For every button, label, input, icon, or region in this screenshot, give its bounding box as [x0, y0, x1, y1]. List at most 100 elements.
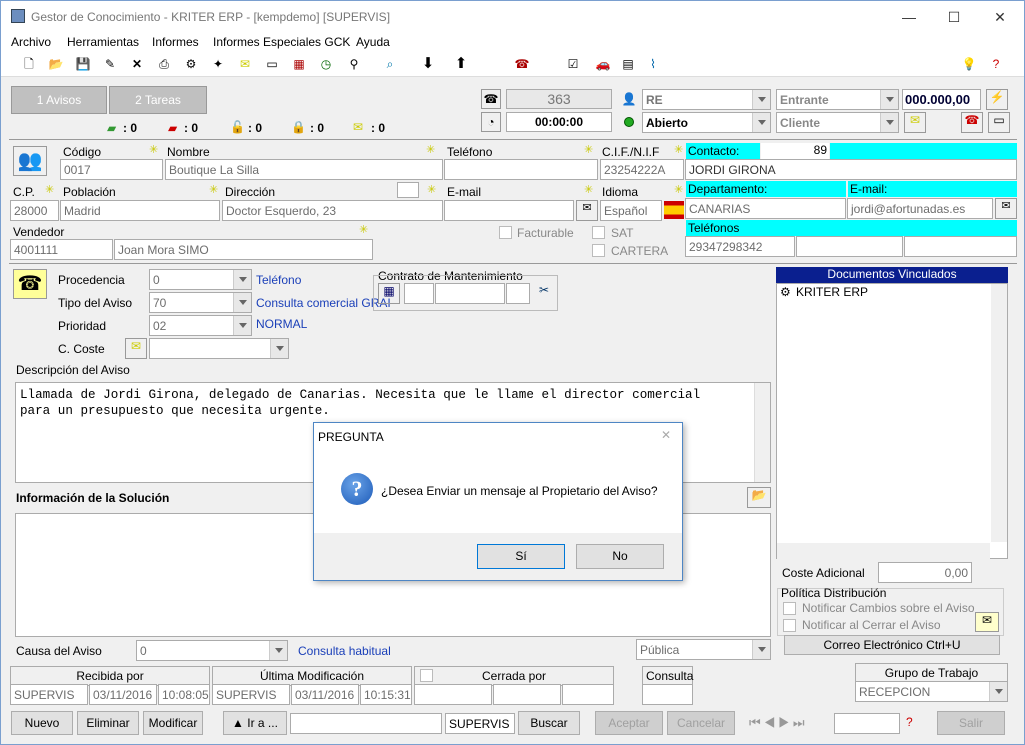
modificar-button[interactable]: Modificar [143, 711, 203, 735]
sat-checkbox[interactable] [592, 226, 605, 239]
binoculars-icon[interactable]: ⚲ [346, 56, 362, 72]
menu-archivo[interactable]: Archivo [11, 35, 51, 49]
contrato-calendar-icon[interactable]: ▦ [378, 283, 400, 304]
delete-icon[interactable]: ✕ [129, 56, 145, 72]
solucion-folder-icon[interactable]: 📂 [747, 487, 771, 508]
nombre-field[interactable]: Boutique La Silla [165, 159, 443, 180]
yes-button[interactable]: Sí [477, 544, 565, 569]
wrench-icon[interactable]: ✦ [210, 56, 226, 72]
direccion-extra-field[interactable] [397, 182, 419, 198]
direccion-field[interactable]: Doctor Esquerdo, 23 [222, 200, 443, 221]
contrato-field-3[interactable] [506, 283, 530, 304]
navigation-icon[interactable]: ⏮◀▶⏭ [749, 715, 808, 731]
cartera-checkbox[interactable] [592, 244, 605, 257]
person-icon[interactable]: 👤 [619, 89, 639, 109]
type-select[interactable]: Cliente [776, 112, 899, 133]
window-button-icon[interactable]: ▭ [988, 112, 1010, 133]
buscar-button[interactable]: Buscar [518, 711, 580, 735]
phone-settings-icon[interactable]: ☎ [961, 112, 983, 133]
edit-icon[interactable]: ✎ [102, 56, 118, 72]
save-icon[interactable]: 💾 [75, 56, 91, 72]
notificar-cerrar-checkbox[interactable] [783, 619, 796, 632]
contact-phone3-field[interactable] [904, 236, 1017, 257]
tools-icon[interactable]: ⚙ [183, 56, 199, 72]
lightning-icon[interactable]: ⚡ [986, 89, 1008, 110]
causa-select[interactable]: 0 [136, 640, 288, 661]
new-document-icon[interactable]: 🗋 [21, 56, 37, 72]
help-bottom-icon[interactable]: ? [906, 715, 913, 729]
mail-icon[interactable]: ✉ [975, 612, 999, 632]
clock-icon[interactable]: ◷ [318, 56, 334, 72]
descripcion-scrollbar[interactable] [754, 383, 770, 482]
idioma-field[interactable]: Español [600, 200, 662, 221]
procedencia-select[interactable]: 0 [149, 269, 252, 290]
user-doc-icon[interactable]: ▤ [620, 56, 636, 72]
grupo-select[interactable]: RECEPCION [855, 681, 1008, 702]
prioridad-select[interactable]: 02 [149, 315, 252, 336]
help-icon[interactable]: ? [988, 56, 1004, 72]
departamento-field[interactable]: CANARIAS [685, 198, 846, 219]
calendar-icon[interactable]: ▦ [291, 56, 307, 72]
vendedor-code-field[interactable]: 4001111 [10, 239, 113, 260]
nav-field[interactable] [834, 713, 900, 734]
facturable-checkbox[interactable] [499, 226, 512, 239]
menu-ayuda[interactable]: Ayuda [356, 35, 390, 49]
visibility-select[interactable]: Pública [636, 639, 771, 660]
tipo-select[interactable]: 70 [149, 292, 252, 313]
ir-a-button[interactable]: ▲ Ir a ... [223, 711, 287, 735]
vendedor-name-field[interactable]: Joan Mora SIMO [114, 239, 373, 260]
cancelar-button[interactable]: Cancelar [667, 711, 735, 735]
note-button-icon[interactable]: ✉ [904, 112, 926, 133]
coste-note-icon[interactable]: ✉ [125, 338, 147, 359]
documentos-list[interactable] [776, 283, 1008, 559]
scissors-icon[interactable]: ✂ [534, 283, 554, 303]
tab-tareas[interactable]: 2 Tareas [109, 86, 207, 114]
minimize-button[interactable]: — [894, 6, 924, 28]
contact-phone-field[interactable]: 29347298342 [685, 236, 795, 257]
contrato-field-2[interactable] [435, 283, 505, 304]
poblacion-field[interactable]: Madrid [60, 200, 220, 221]
window-icon[interactable]: ▭ [264, 56, 280, 72]
amount-field[interactable]: 000.000,00 [902, 89, 981, 110]
eliminar-button[interactable]: Eliminar [77, 711, 139, 735]
people-icon[interactable]: 👥 [13, 146, 47, 176]
nuevo-button[interactable]: Nuevo [11, 711, 73, 735]
timer-icon[interactable]: ◔ [481, 112, 501, 132]
contact-phone2-field[interactable] [796, 236, 903, 257]
phone-icon[interactable]: ☎ [481, 89, 501, 109]
notificar-cambios-checkbox[interactable] [783, 602, 796, 615]
tab-avisos[interactable]: 1 Avisos [11, 86, 107, 114]
dialog-close-icon[interactable]: ✕ [661, 428, 671, 442]
cp-field[interactable]: 28000 [10, 200, 59, 221]
state-select[interactable]: Abierto [642, 112, 771, 133]
contact-email-field[interactable]: jordi@afortunadas.es [847, 198, 993, 219]
arrow-down-icon[interactable]: ⬇ [420, 56, 436, 72]
bulb-icon[interactable]: 💡 [961, 56, 977, 72]
paperclip-icon[interactable]: ⌇ [645, 56, 661, 72]
note-icon[interactable]: ✉ [237, 56, 253, 72]
contact-name-field[interactable]: JORDI GIRONA [685, 159, 1017, 180]
menu-informes-especiales[interactable]: Informes Especiales GCK [213, 35, 350, 49]
phone-red-icon[interactable]: ☎ [514, 56, 530, 72]
aceptar-button[interactable]: Aceptar [595, 711, 663, 735]
coste-adicional-field[interactable]: 0,00 [878, 562, 972, 583]
telephone-large-icon[interactable]: ☎ [13, 269, 47, 299]
car-icon[interactable]: 🚗 [595, 56, 611, 72]
cif-field[interactable]: 23254222A [600, 159, 684, 180]
menu-herramientas[interactable]: Herramientas [67, 35, 139, 49]
print-icon[interactable]: ⎙ [156, 56, 172, 72]
correo-button[interactable]: Correo Electrónico Ctrl+U [784, 635, 1000, 655]
salir-button[interactable]: Salir [937, 711, 1005, 735]
arrow-up-icon[interactable]: ⬆ [453, 56, 469, 72]
coste-select[interactable] [149, 338, 289, 359]
contact-email-send-icon[interactable]: ✉ [995, 198, 1017, 219]
cerrada-checkbox[interactable] [420, 669, 433, 682]
zoom-icon[interactable]: ⌕ [382, 56, 398, 72]
email-send-icon[interactable]: ✉ [576, 200, 598, 221]
codigo-field[interactable]: 0017 [60, 159, 163, 180]
close-button[interactable]: ✕ [985, 6, 1015, 28]
no-button[interactable]: No [576, 544, 664, 569]
open-folder-icon[interactable]: 📂 [48, 56, 64, 72]
menu-informes[interactable]: Informes [152, 35, 199, 49]
contrato-field-1[interactable] [404, 283, 434, 304]
